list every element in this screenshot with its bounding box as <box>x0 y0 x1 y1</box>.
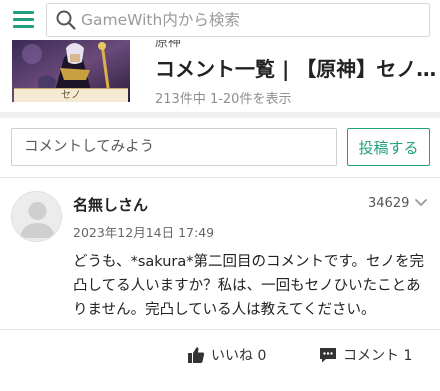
comment-timestamp: 2023年12月14日 17:49 <box>73 225 215 240</box>
bottom-spacer <box>0 380 440 391</box>
user-avatar-icon <box>20 202 55 238</box>
post-button[interactable]: 投稿する <box>347 128 430 166</box>
avatar <box>11 191 62 242</box>
section-divider <box>0 112 440 118</box>
reply-label: コメント 1 <box>343 348 413 364</box>
article-meta: 213件中 1-20件を表示 <box>155 92 292 107</box>
hamburger-icon[interactable] <box>13 11 34 28</box>
top-header <box>0 0 440 40</box>
speech-bubble-icon <box>320 348 336 363</box>
search-icon[interactable] <box>55 9 77 31</box>
chevron-down-icon[interactable] <box>414 198 428 208</box>
search-input[interactable] <box>81 6 411 34</box>
reply-button[interactable]: コメント 1 <box>319 344 412 366</box>
comment-username: 名無しさん <box>73 196 149 214</box>
divider <box>0 329 440 330</box>
comment-id: 34629 <box>368 196 410 211</box>
divider <box>0 177 440 178</box>
thumbs-up-icon <box>188 347 205 363</box>
like-button[interactable]: いいね 0 <box>187 344 266 366</box>
like-label: いいね 0 <box>211 348 267 364</box>
article-card[interactable]: セノ 原神 コメント一覧 | 【原神】セノ… 213件中 1-20件を表示 <box>0 36 440 112</box>
comment-input[interactable] <box>11 128 337 166</box>
article-title[interactable]: コメント一覧 | 【原神】セノ… <box>155 56 437 82</box>
thumbnail-label: セノ <box>14 88 128 102</box>
comment-body: どうも、*sakura*第二回目のコメントです。セノを完凸してる人いますか？私は… <box>73 254 425 318</box>
search-box[interactable] <box>46 3 430 37</box>
